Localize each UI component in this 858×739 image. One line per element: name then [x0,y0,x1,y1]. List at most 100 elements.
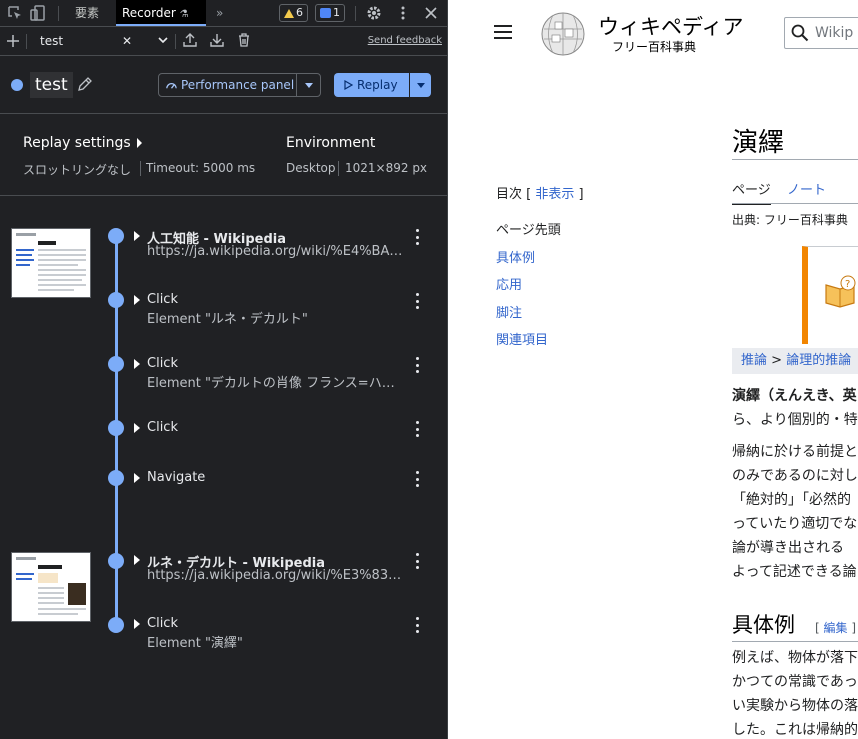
more-tabs-icon[interactable]: » [210,0,229,26]
send-feedback-link[interactable]: Send feedback [368,35,442,46]
section-edit: [ 編集 ] [815,621,857,635]
recording-select-value: test [40,34,64,48]
step-title[interactable]: Navigate [147,470,205,485]
step-menu-icon[interactable] [414,357,420,373]
tab-article[interactable]: ページ [732,179,771,205]
devtools-panel: 要素 Recorder ⚗ ✕ » 6 1 test Send feedback… [0,0,448,739]
article-line: のみであるのに対し [732,468,858,484]
recording-header: test Performance panel Replay [0,56,447,114]
main-menu-icon[interactable] [494,25,512,39]
replay-button[interactable]: Replay [334,73,431,97]
recording-title[interactable]: test [30,72,73,98]
throttling-value: スロットリングなし [23,163,132,177]
export-icon[interactable] [182,32,198,48]
page-screenshot-image [16,233,86,291]
chevron-down-icon [158,37,168,44]
toc-item-related[interactable]: 関連項目 [496,329,548,348]
edit-link[interactable]: 編集 [824,621,848,635]
device-toolbar-icon[interactable] [30,5,46,21]
tab-recorder-label: Recorder [122,6,176,20]
step-expand-icon[interactable] [134,359,140,369]
replay-dropdown[interactable] [409,73,431,97]
messages-badge[interactable]: 1 [315,4,345,22]
toc-item-applications[interactable]: 応用 [496,274,522,293]
toc-bracket: [ [526,187,532,202]
warnings-count: 6 [296,6,303,19]
from-wikipedia-note: 出典: フリー百科事典 [732,213,848,227]
breadcrumb: 推論 > 論理的推論 [732,348,858,374]
step-menu-icon[interactable] [414,229,420,245]
step-title[interactable]: Click [147,292,178,307]
step-menu-icon[interactable] [414,293,420,309]
divider [140,161,141,176]
step-dot [108,356,124,372]
step-dot [108,617,124,633]
step-title[interactable]: Click [147,356,178,371]
step-subtitle: Element "デカルトの肖像 フランス=ハルス" [147,376,407,391]
warnings-badge[interactable]: 6 [279,4,308,22]
import-icon[interactable] [209,32,225,48]
toolbar-divider [175,34,176,49]
tab-recorder[interactable]: Recorder ⚗ ✕ [116,0,206,48]
tab-elements[interactable]: 要素 [69,0,105,26]
breadcrumb-link[interactable]: 推論 [741,353,767,368]
step-title[interactable]: Click [147,616,178,631]
message-icon [320,8,331,18]
page-screenshot-thumbnail[interactable] [11,228,91,298]
toc-item-top[interactable]: ページ先頭 [496,219,561,238]
toc-hide-link[interactable]: 非表示 [535,187,574,202]
close-devtools-icon[interactable] [423,5,439,21]
article-line: 論が導き出される [732,540,844,556]
toolbar-divider [58,6,59,21]
settings-section: Replay settings スロットリングなし Timeout: 5000 … [0,114,447,196]
wikipedia-page: ウィキペディア フリー百科事典 Wikip 目次 [ 非表示 ] ページ先頭 具… [449,0,858,739]
svg-text:?: ? [845,279,850,290]
add-recording-icon[interactable] [5,33,21,49]
page-screenshot-thumbnail[interactable] [11,552,91,622]
toolbar-divider [355,6,356,21]
replay-settings-toggle[interactable]: Replay settings [23,135,142,151]
more-options-icon[interactable] [395,5,411,21]
step-dot [108,553,124,569]
toolbar-divider [26,34,27,49]
step-expand-icon[interactable] [134,619,140,629]
step-menu-icon[interactable] [414,421,420,437]
series-infobox: ? [802,246,858,344]
performance-panel-button[interactable]: Performance panel [158,73,321,97]
caret-down-icon [304,82,313,88]
tab-talk[interactable]: ノート [787,179,826,198]
gear-icon[interactable] [366,5,382,21]
step-expand-icon[interactable] [134,555,140,565]
step-menu-icon[interactable] [414,471,420,487]
step-expand-icon[interactable] [134,423,140,433]
pencil-icon[interactable] [77,76,93,92]
step-subtitle: Element "ルネ・デカルト" [147,312,308,327]
breadcrumb-link[interactable]: 論理的推論 [786,353,851,368]
article-line: よって記述できる論 [732,564,857,580]
experiment-flask-icon: ⚗ [179,9,189,20]
toc-item-examples[interactable]: 具体例 [496,247,535,266]
wikipedia-globe-logo[interactable] [538,9,588,57]
step-title[interactable]: Click [147,420,178,435]
search-input[interactable]: Wikip [784,17,858,49]
performance-dropdown[interactable] [296,74,320,96]
step-expand-icon[interactable] [134,295,140,305]
article-line: ら、より個別的・特 [732,412,858,428]
article-line: っていたり適切でな [732,516,858,532]
step-dot [108,228,124,244]
site-title[interactable]: ウィキペディア [598,11,744,41]
book-icon: ? [825,275,856,308]
inspect-element-icon[interactable] [7,5,23,21]
toc-bracket: ] [578,187,584,202]
recording-select[interactable]: test [30,30,170,52]
delete-icon[interactable] [236,32,252,48]
step-expand-icon[interactable] [134,473,140,483]
step-expand-icon[interactable] [134,231,140,241]
toc-item-notes[interactable]: 脚注 [496,302,522,321]
play-icon [344,80,353,90]
step-menu-icon[interactable] [414,553,420,569]
step-dot [108,420,124,436]
step-menu-icon[interactable] [414,617,420,633]
recording-status-dot [11,79,23,91]
article-line: い実験から物体の落 [732,698,858,714]
